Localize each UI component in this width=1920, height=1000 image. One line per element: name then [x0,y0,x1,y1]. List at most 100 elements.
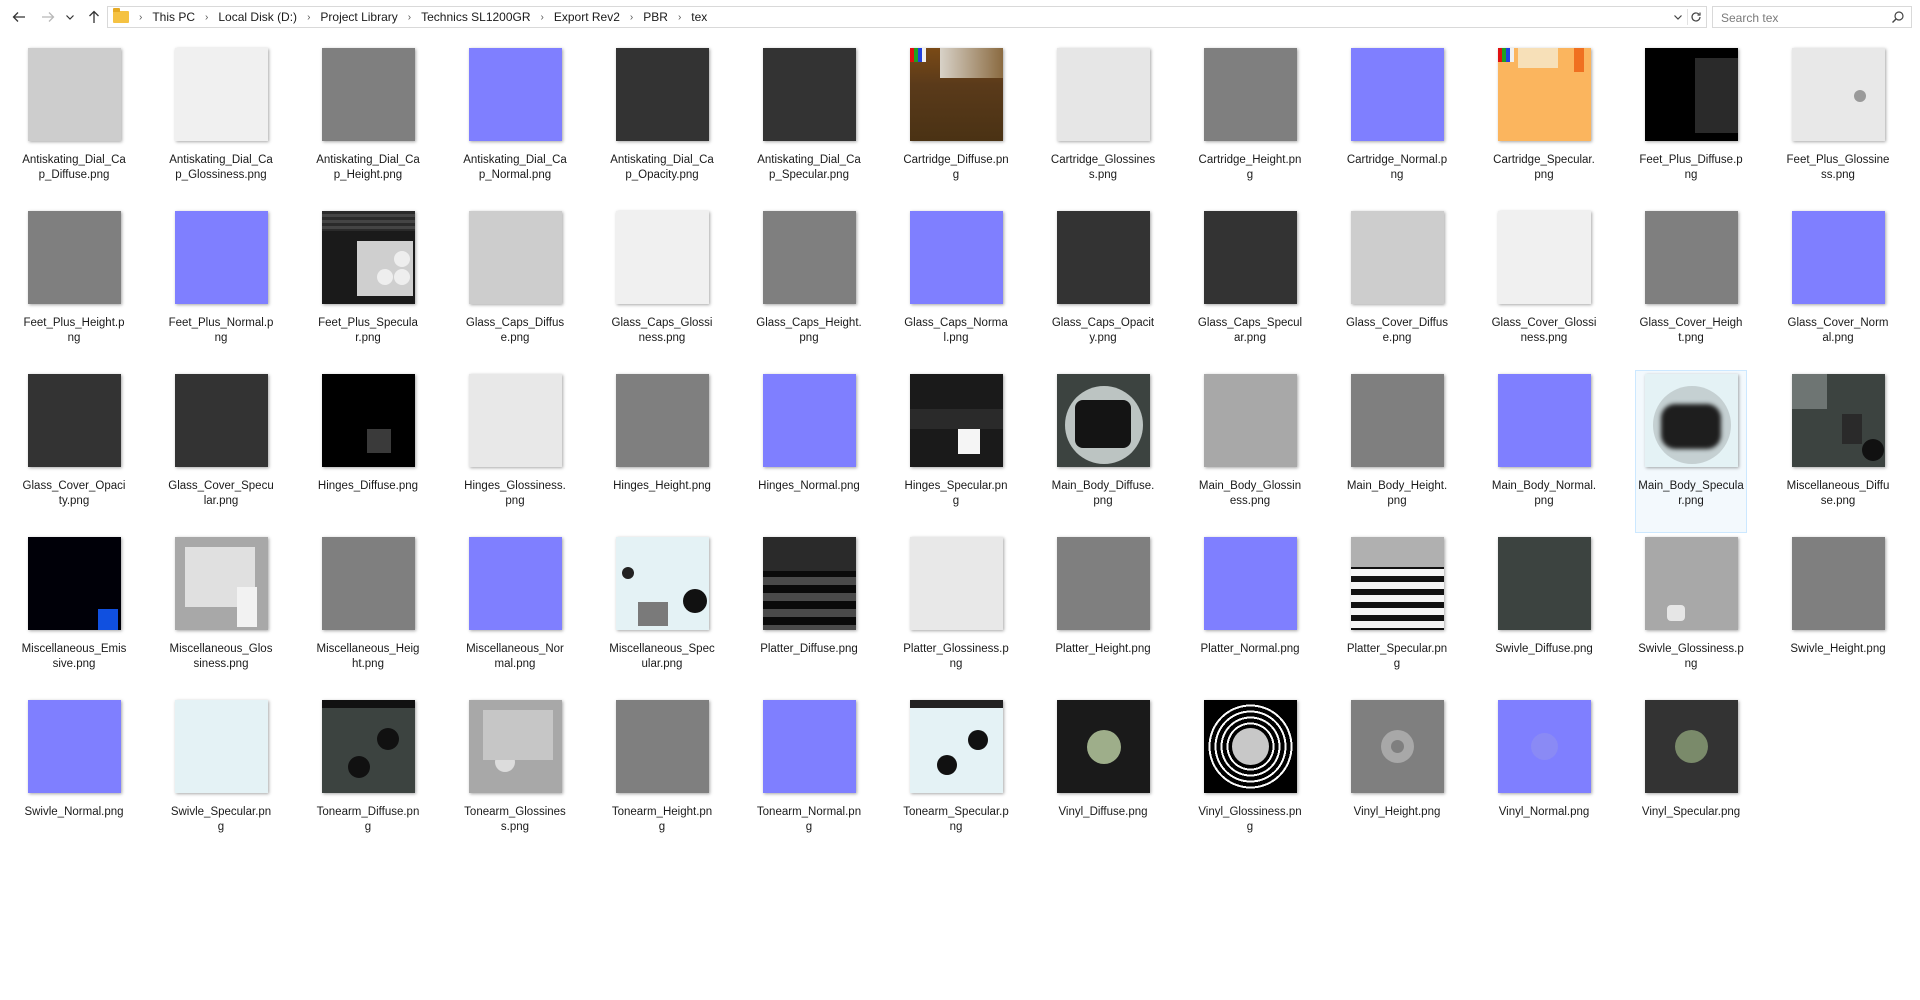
file-item[interactable]: Cartridge_Diffuse.png [900,44,1012,207]
file-item[interactable]: Glass_Caps_Specular.png [1194,207,1306,370]
file-item[interactable]: Cartridge_Glossiness.png [1047,44,1159,207]
chevron-right-icon[interactable]: › [404,12,415,23]
file-item[interactable]: Antiskating_Dial_Cap_Opacity.png [606,44,718,207]
chevron-right-icon[interactable]: › [303,12,314,23]
search-icon[interactable] [1891,10,1905,24]
file-item[interactable]: Vinyl_Normal.png [1488,696,1600,859]
file-item[interactable]: Glass_Cover_Normal.png [1782,207,1894,370]
file-thumbnail [909,48,1003,141]
file-item[interactable]: Tonearm_Glossiness.png [459,696,571,859]
file-item[interactable]: Swivle_Glossiness.png [1635,533,1747,696]
file-item[interactable]: Main_Body_Diffuse.png [1047,370,1159,533]
file-item[interactable]: Platter_Specular.png [1341,533,1453,696]
file-item[interactable]: Vinyl_Glossiness.png [1194,696,1306,859]
file-item[interactable]: Swivle_Normal.png [18,696,130,859]
breadcrumb-tex[interactable]: tex [685,10,713,24]
file-item[interactable]: Vinyl_Height.png [1341,696,1453,859]
file-item[interactable]: Main_Body_Height.png [1341,370,1453,533]
file-item[interactable]: Feet_Plus_Glossiness.png [1782,44,1894,207]
breadcrumb-export-rev2[interactable]: Export Rev2 [548,10,626,24]
file-item[interactable]: Feet_Plus_Height.png [18,207,130,370]
file-item[interactable]: Tonearm_Diffuse.png [312,696,424,859]
refresh-icon[interactable] [1687,9,1704,25]
file-item[interactable]: Platter_Height.png [1047,533,1159,696]
file-item[interactable]: Vinyl_Diffuse.png [1047,696,1159,859]
chevron-right-icon[interactable]: › [201,12,212,23]
file-item[interactable]: Main_Body_Glossiness.png [1194,370,1306,533]
file-item[interactable]: Glass_Cover_Specular.png [165,370,277,533]
file-item[interactable]: Hinges_Normal.png [753,370,865,533]
file-item[interactable]: Feet_Plus_Specular.png [312,207,424,370]
breadcrumb-local-disk[interactable]: Local Disk (D:) [212,10,303,24]
file-item[interactable]: Platter_Normal.png [1194,533,1306,696]
file-item[interactable]: Hinges_Glossiness.png [459,370,571,533]
file-name: Swivle_Specular.png [170,806,272,833]
chevron-right-icon[interactable]: › [626,12,637,23]
file-item[interactable]: Main_Body_Normal.png [1488,370,1600,533]
file-item[interactable]: Cartridge_Height.png [1194,44,1306,207]
file-item[interactable]: Glass_Caps_Opacity.png [1047,207,1159,370]
breadcrumb-project-library[interactable]: Project Library [314,10,403,24]
file-name: Cartridge_Specular.png [1493,154,1595,181]
file-item[interactable]: Antiskating_Dial_Cap_Height.png [312,44,424,207]
file-item[interactable]: Vinyl_Specular.png [1635,696,1747,859]
breadcrumb-this-pc[interactable]: This PC [146,10,201,24]
file-item[interactable]: Antiskating_Dial_Cap_Glossiness.png [165,44,277,207]
file-item[interactable]: Miscellaneous_Specular.png [606,533,718,696]
file-item[interactable]: Cartridge_Specular.png [1488,44,1600,207]
file-name: Glass_Cover_Normal.png [1787,317,1889,344]
file-item[interactable]: Antiskating_Dial_Cap_Diffuse.png [18,44,130,207]
file-item[interactable]: Tonearm_Specular.png [900,696,1012,859]
chevron-right-icon[interactable]: › [135,12,146,23]
file-thumbnail [1350,700,1444,793]
chevron-right-icon[interactable]: › [537,12,548,23]
file-item[interactable]: Hinges_Diffuse.png [312,370,424,533]
file-item[interactable]: Miscellaneous_Emissive.png [18,533,130,696]
file-item[interactable]: Miscellaneous_Glossiness.png [165,533,277,696]
file-item[interactable]: Swivle_Height.png [1782,533,1894,696]
file-item[interactable]: Glass_Caps_Height.png [753,207,865,370]
up-arrow-icon[interactable] [84,7,104,27]
file-item[interactable]: Glass_Cover_Diffuse.png [1341,207,1453,370]
file-item[interactable]: Miscellaneous_Diffuse.png [1782,370,1894,533]
forward-arrow-icon[interactable] [38,7,58,27]
file-item[interactable]: Platter_Glossiness.png [900,533,1012,696]
file-name: Swivle_Diffuse.png [1495,643,1593,655]
file-item[interactable]: Swivle_Diffuse.png [1488,533,1600,696]
file-item[interactable]: Glass_Caps_Diffuse.png [459,207,571,370]
search-input[interactable] [1719,8,1893,28]
file-name: Main_Body_Specular.png [1638,480,1744,507]
file-thumbnail [762,211,856,304]
file-item[interactable]: Feet_Plus_Diffuse.png [1635,44,1747,207]
file-item[interactable]: Glass_Caps_Glossiness.png [606,207,718,370]
breadcrumb-technics[interactable]: Technics SL1200GR [415,10,536,24]
path-box[interactable]: › This PC › Local Disk (D:) › Project Li… [107,6,1707,28]
file-item[interactable]: Tonearm_Height.png [606,696,718,859]
file-item[interactable]: Antiskating_Dial_Cap_Specular.png [753,44,865,207]
back-arrow-icon[interactable] [9,7,29,27]
file-name: Vinyl_Glossiness.png [1198,806,1302,833]
file-item[interactable]: Swivle_Specular.png [165,696,277,859]
file-item[interactable]: Feet_Plus_Normal.png [165,207,277,370]
file-thumbnail [909,211,1003,304]
file-item[interactable]: Hinges_Specular.png [900,370,1012,533]
file-item[interactable]: Antiskating_Dial_Cap_Normal.png [459,44,571,207]
file-item[interactable]: Miscellaneous_Height.png [312,533,424,696]
search-box[interactable] [1712,6,1912,28]
file-thumbnail [1497,48,1591,141]
file-item[interactable]: Tonearm_Normal.png [753,696,865,859]
file-item[interactable]: Platter_Diffuse.png [753,533,865,696]
breadcrumb-pbr[interactable]: PBR [637,10,674,24]
chevron-down-icon[interactable] [63,7,77,27]
file-item[interactable]: Hinges_Height.png [606,370,718,533]
file-item[interactable]: Miscellaneous_Normal.png [459,533,571,696]
file-item[interactable]: Main_Body_Specular.png [1635,370,1747,533]
file-item[interactable]: Cartridge_Normal.png [1341,44,1453,207]
file-item[interactable]: Glass_Cover_Glossiness.png [1488,207,1600,370]
file-thumbnail [1791,211,1885,304]
file-item[interactable]: Glass_Cover_Height.png [1635,207,1747,370]
chevron-down-icon[interactable] [1670,9,1686,25]
file-item[interactable]: Glass_Cover_Opacity.png [18,370,130,533]
file-item[interactable]: Glass_Caps_Normal.png [900,207,1012,370]
chevron-right-icon[interactable]: › [674,12,685,23]
